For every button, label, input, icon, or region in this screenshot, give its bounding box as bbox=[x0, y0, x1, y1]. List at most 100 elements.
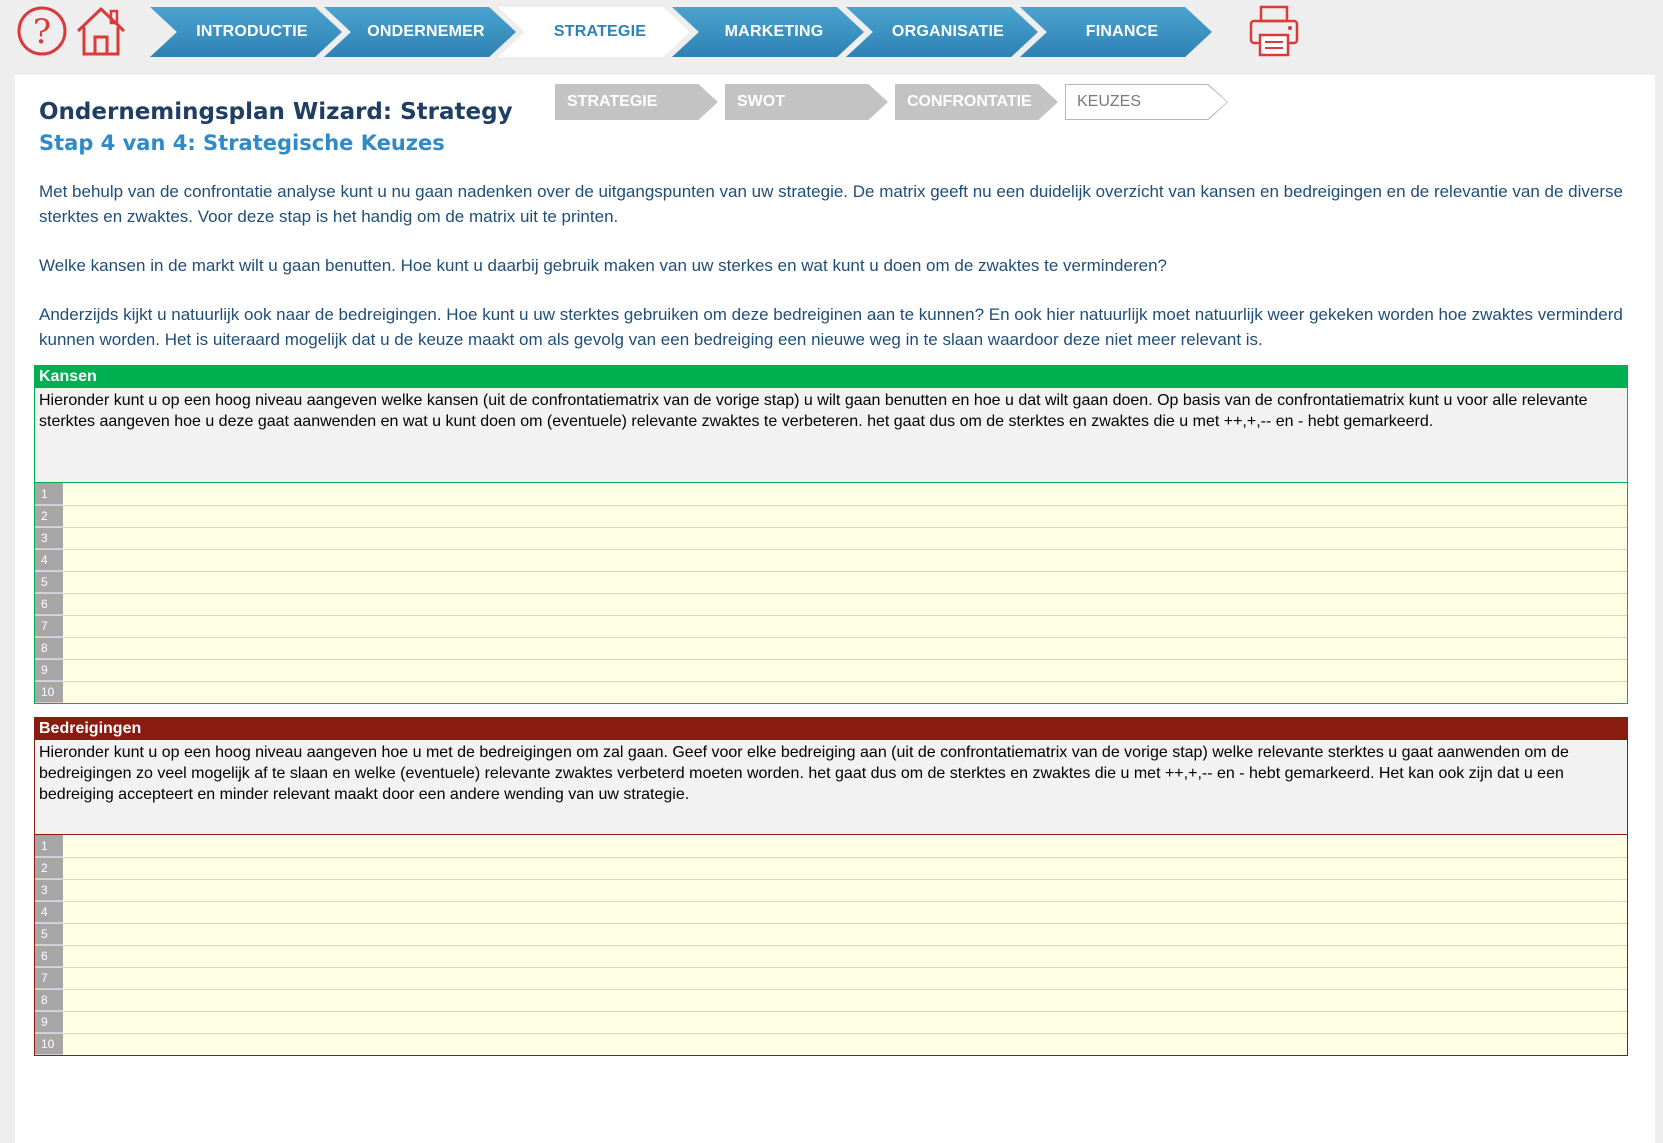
table-row: 9 bbox=[35, 659, 1627, 681]
bedreigingen-input-9[interactable] bbox=[63, 1012, 1627, 1033]
table-row: 5 bbox=[35, 571, 1627, 593]
kansen-description: Hieronder kunt u op een hoog niveau aang… bbox=[39, 392, 1588, 430]
step-label: KEUZES bbox=[1077, 93, 1142, 110]
nav-tab-label: MARKETING bbox=[724, 23, 824, 40]
table-row: 10 bbox=[35, 681, 1627, 703]
bedreigingen-section: Bedreigingen Hieronder kunt u op een hoo… bbox=[34, 717, 1628, 1056]
step-label: SWOT bbox=[737, 93, 785, 110]
table-row: 8 bbox=[35, 637, 1627, 659]
bedreigingen-heading: Bedreigingen bbox=[35, 718, 1627, 740]
nav-tab-label: STRATEGIE bbox=[553, 23, 647, 40]
page-title: Ondernemingsplan Wizard: Strategy bbox=[39, 99, 513, 125]
table-row: 3 bbox=[35, 879, 1627, 901]
nav-tab-ondernemer[interactable]: ONDERNEMER bbox=[324, 7, 516, 57]
step-label: STRATEGIE bbox=[567, 93, 658, 110]
bedreigingen-rows: 1 2 3 4 5 6 7 8 9 10 bbox=[35, 834, 1627, 1055]
bedreigingen-input-2[interactable] bbox=[63, 858, 1627, 879]
top-navigation-bar: ? INTRODUCTIE ONDERNEMER STRATEGIE MARKE… bbox=[0, 0, 1663, 72]
row-number: 8 bbox=[35, 990, 63, 1011]
kansen-input-4[interactable] bbox=[63, 550, 1627, 571]
row-number: 9 bbox=[35, 1012, 63, 1033]
step-swot[interactable]: SWOT bbox=[725, 84, 888, 120]
kansen-input-10[interactable] bbox=[63, 682, 1627, 703]
kansen-input-5[interactable] bbox=[63, 572, 1627, 593]
table-row: 3 bbox=[35, 527, 1627, 549]
step-label: CONFRONTATIE bbox=[907, 93, 1032, 110]
intro-paragraph-2: Welke kansen in de markt wilt u gaan ben… bbox=[39, 256, 1167, 275]
row-number: 6 bbox=[35, 946, 63, 967]
table-row: 4 bbox=[35, 901, 1627, 923]
page-subtitle: Stap 4 van 4: Strategische Keuzes bbox=[39, 131, 445, 155]
row-number: 5 bbox=[35, 924, 63, 945]
row-number: 7 bbox=[35, 616, 63, 637]
svg-text:?: ? bbox=[33, 12, 51, 52]
step-keuzes[interactable]: KEUZES bbox=[1065, 84, 1228, 120]
table-row: 9 bbox=[35, 1011, 1627, 1033]
nav-tab-organisatie[interactable]: ORGANISATIE bbox=[846, 7, 1038, 57]
nav-tab-finance[interactable]: FINANCE bbox=[1020, 7, 1212, 57]
kansen-input-1[interactable] bbox=[63, 483, 1627, 505]
row-number: 2 bbox=[35, 506, 63, 527]
nav-tab-label: FINANCE bbox=[1085, 23, 1159, 40]
step-strategie[interactable]: STRATEGIE bbox=[555, 84, 718, 120]
kansen-heading: Kansen bbox=[35, 366, 1627, 388]
bedreigingen-input-6[interactable] bbox=[63, 946, 1627, 967]
row-number: 4 bbox=[35, 902, 63, 923]
nav-tab-label: INTRODUCTIE bbox=[196, 23, 308, 40]
table-row: 5 bbox=[35, 923, 1627, 945]
bedreigingen-input-3[interactable] bbox=[63, 880, 1627, 901]
row-number: 8 bbox=[35, 638, 63, 659]
kansen-input-3[interactable] bbox=[63, 528, 1627, 549]
nav-tab-marketing[interactable]: MARKETING bbox=[672, 7, 864, 57]
kansen-section: Kansen Hieronder kunt u op een hoog nive… bbox=[34, 365, 1628, 704]
bedreigingen-input-5[interactable] bbox=[63, 924, 1627, 945]
row-number: 2 bbox=[35, 858, 63, 879]
nav-tab-strategie[interactable]: STRATEGIE bbox=[498, 7, 690, 57]
kansen-input-6[interactable] bbox=[63, 594, 1627, 615]
main-panel: Ondernemingsplan Wizard: Strategy Stap 4… bbox=[15, 75, 1655, 1143]
bedreigingen-input-8[interactable] bbox=[63, 990, 1627, 1011]
nav-tab-label: ONDERNEMER bbox=[367, 23, 485, 40]
kansen-input-8[interactable] bbox=[63, 638, 1627, 659]
row-number: 1 bbox=[35, 483, 63, 505]
row-number: 1 bbox=[35, 835, 63, 857]
bedreigingen-input-4[interactable] bbox=[63, 902, 1627, 923]
nav-tab-label: ORGANISATIE bbox=[891, 23, 1005, 40]
table-row: 10 bbox=[35, 1033, 1627, 1055]
home-icon[interactable] bbox=[74, 5, 128, 57]
help-icon[interactable]: ? bbox=[16, 5, 68, 57]
kansen-input-2[interactable] bbox=[63, 506, 1627, 527]
intro-text: Met behulp van de confrontatie analyse k… bbox=[39, 179, 1629, 376]
row-number: 3 bbox=[35, 528, 63, 549]
bedreigingen-input-7[interactable] bbox=[63, 968, 1627, 989]
kansen-rows: 1 2 3 4 5 6 7 8 9 10 bbox=[35, 482, 1627, 703]
row-number: 9 bbox=[35, 660, 63, 681]
print-icon[interactable] bbox=[1248, 4, 1302, 58]
step-confrontatie[interactable]: CONFRONTATIE bbox=[895, 84, 1058, 120]
row-number: 7 bbox=[35, 968, 63, 989]
row-number: 5 bbox=[35, 572, 63, 593]
bedreigingen-input-1[interactable] bbox=[63, 835, 1627, 857]
bedreigingen-input-10[interactable] bbox=[63, 1034, 1627, 1055]
table-row: 2 bbox=[35, 505, 1627, 527]
table-row: 6 bbox=[35, 593, 1627, 615]
intro-paragraph-3: Anderzijds kijkt u natuurlijk ook naar d… bbox=[39, 305, 1623, 349]
table-row: 1 bbox=[35, 835, 1627, 857]
table-row: 4 bbox=[35, 549, 1627, 571]
row-number: 3 bbox=[35, 880, 63, 901]
kansen-input-7[interactable] bbox=[63, 616, 1627, 637]
nav-tab-introductie[interactable]: INTRODUCTIE bbox=[150, 7, 342, 57]
table-row: 1 bbox=[35, 483, 1627, 505]
bedreigingen-description: Hieronder kunt u op een hoog niveau aang… bbox=[39, 744, 1569, 803]
table-row: 7 bbox=[35, 967, 1627, 989]
row-number: 6 bbox=[35, 594, 63, 615]
table-row: 2 bbox=[35, 857, 1627, 879]
kansen-input-9[interactable] bbox=[63, 660, 1627, 681]
table-row: 8 bbox=[35, 989, 1627, 1011]
table-row: 7 bbox=[35, 615, 1627, 637]
row-number: 4 bbox=[35, 550, 63, 571]
table-row: 6 bbox=[35, 945, 1627, 967]
intro-paragraph-1: Met behulp van de confrontatie analyse k… bbox=[39, 182, 1623, 226]
row-number: 10 bbox=[35, 682, 63, 703]
row-number: 10 bbox=[35, 1034, 63, 1055]
